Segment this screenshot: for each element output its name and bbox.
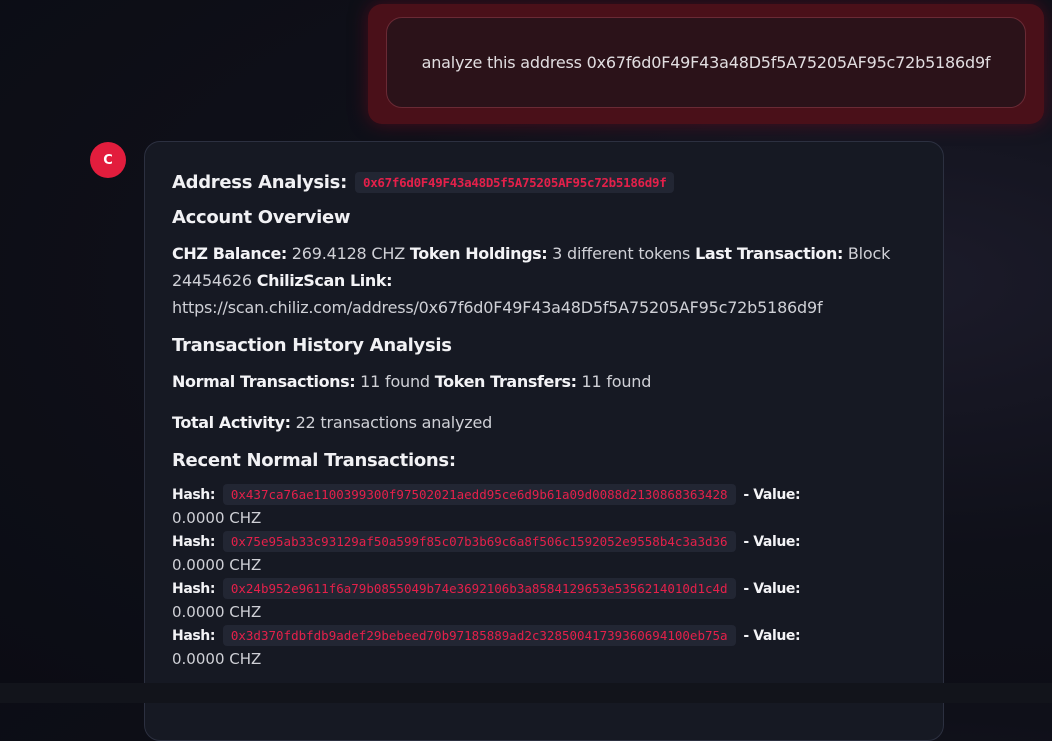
user-message-text: analyze this address 0x67f6d0F49F43a48D5… (421, 53, 991, 72)
transaction-hash: 0x437ca76ae1100399300f97502021aedd95ce6d… (222, 484, 736, 505)
transaction-item: Hash: 0x24b952e9611f6a79b0855049b74e3692… (172, 577, 916, 624)
address-analysis-heading: Address Analysis: 0x67f6d0F49F43a48D5f5A… (172, 172, 916, 193)
transaction-item: Hash: 0x75e95ab33c93129af50a599f85c07b3b… (172, 530, 916, 577)
holdings-value: 3 different tokens (552, 244, 691, 263)
user-message-container: analyze this address 0x67f6d0F49F43a48D5… (368, 4, 1044, 124)
hash-label: Hash: (172, 534, 216, 550)
transaction-value: 0.0000 CHZ (172, 556, 262, 574)
normal-transactions-value: 11 found (360, 372, 430, 391)
hash-label: Hash: (172, 628, 216, 644)
value-label: - Value: (743, 534, 801, 550)
balance-label: CHZ Balance: (172, 244, 287, 263)
transaction-item: Hash: 0x3d370fdbfdb9adef29bebeed70b97185… (172, 624, 916, 671)
holdings-label: Token Holdings: (409, 244, 548, 263)
transaction-counts-paragraph: Normal Transactions: 11 found Token Tran… (172, 368, 916, 395)
total-activity-label: Total Activity: (172, 413, 291, 432)
heading-address: 0x67f6d0F49F43a48D5f5A75205AF95c72b5186d… (354, 172, 675, 193)
total-activity-value: 22 transactions analyzed (295, 413, 493, 432)
assistant-message-card: Address Analysis: 0x67f6d0F49F43a48D5f5A… (144, 141, 944, 741)
last-transaction-label: Last Transaction: (695, 244, 843, 263)
transaction-hash: 0x75e95ab33c93129af50a599f85c07b3b69c6a8… (222, 531, 736, 552)
token-transfers-value: 11 found (581, 372, 652, 391)
recent-transactions-heading: Recent Normal Transactions: (172, 450, 456, 471)
value-label: - Value: (743, 581, 801, 597)
hash-label: Hash: (172, 487, 216, 503)
total-activity-paragraph: Total Activity: 22 transactions analyzed (172, 409, 916, 436)
bottom-bar (0, 683, 1052, 703)
assistant-avatar: C (90, 142, 126, 178)
avatar-letter: C (103, 152, 113, 168)
value-label: - Value: (743, 628, 801, 644)
transaction-hash: 0x24b952e9611f6a79b0855049b74e3692106b3a… (222, 578, 736, 599)
transaction-hash: 0x3d370fdbfdb9adef29bebeed70b97185889ad2… (222, 625, 736, 646)
transaction-value: 0.0000 CHZ (172, 509, 262, 527)
transaction-value: 0.0000 CHZ (172, 650, 262, 668)
heading-label: Address Analysis: (172, 172, 347, 193)
chilizscan-link-value: https://scan.chiliz.com/address/0x67f6d0… (172, 298, 823, 317)
account-overview-heading: Account Overview (172, 207, 351, 228)
transaction-item: Hash: 0x437ca76ae1100399300f97502021aedd… (172, 483, 916, 530)
hash-label: Hash: (172, 581, 216, 597)
transaction-history-heading: Transaction History Analysis (172, 335, 452, 356)
normal-transactions-label: Normal Transactions: (172, 372, 356, 391)
value-label: - Value: (743, 487, 801, 503)
chilizscan-link-label: ChilizScan Link: (256, 271, 393, 290)
transaction-value: 0.0000 CHZ (172, 603, 262, 621)
token-transfers-label: Token Transfers: (434, 372, 577, 391)
balance-value: 269.4128 CHZ (291, 244, 405, 263)
account-overview-paragraph: CHZ Balance: 269.4128 CHZ Token Holdings… (172, 240, 916, 321)
user-message-bubble: analyze this address 0x67f6d0F49F43a48D5… (386, 17, 1026, 108)
